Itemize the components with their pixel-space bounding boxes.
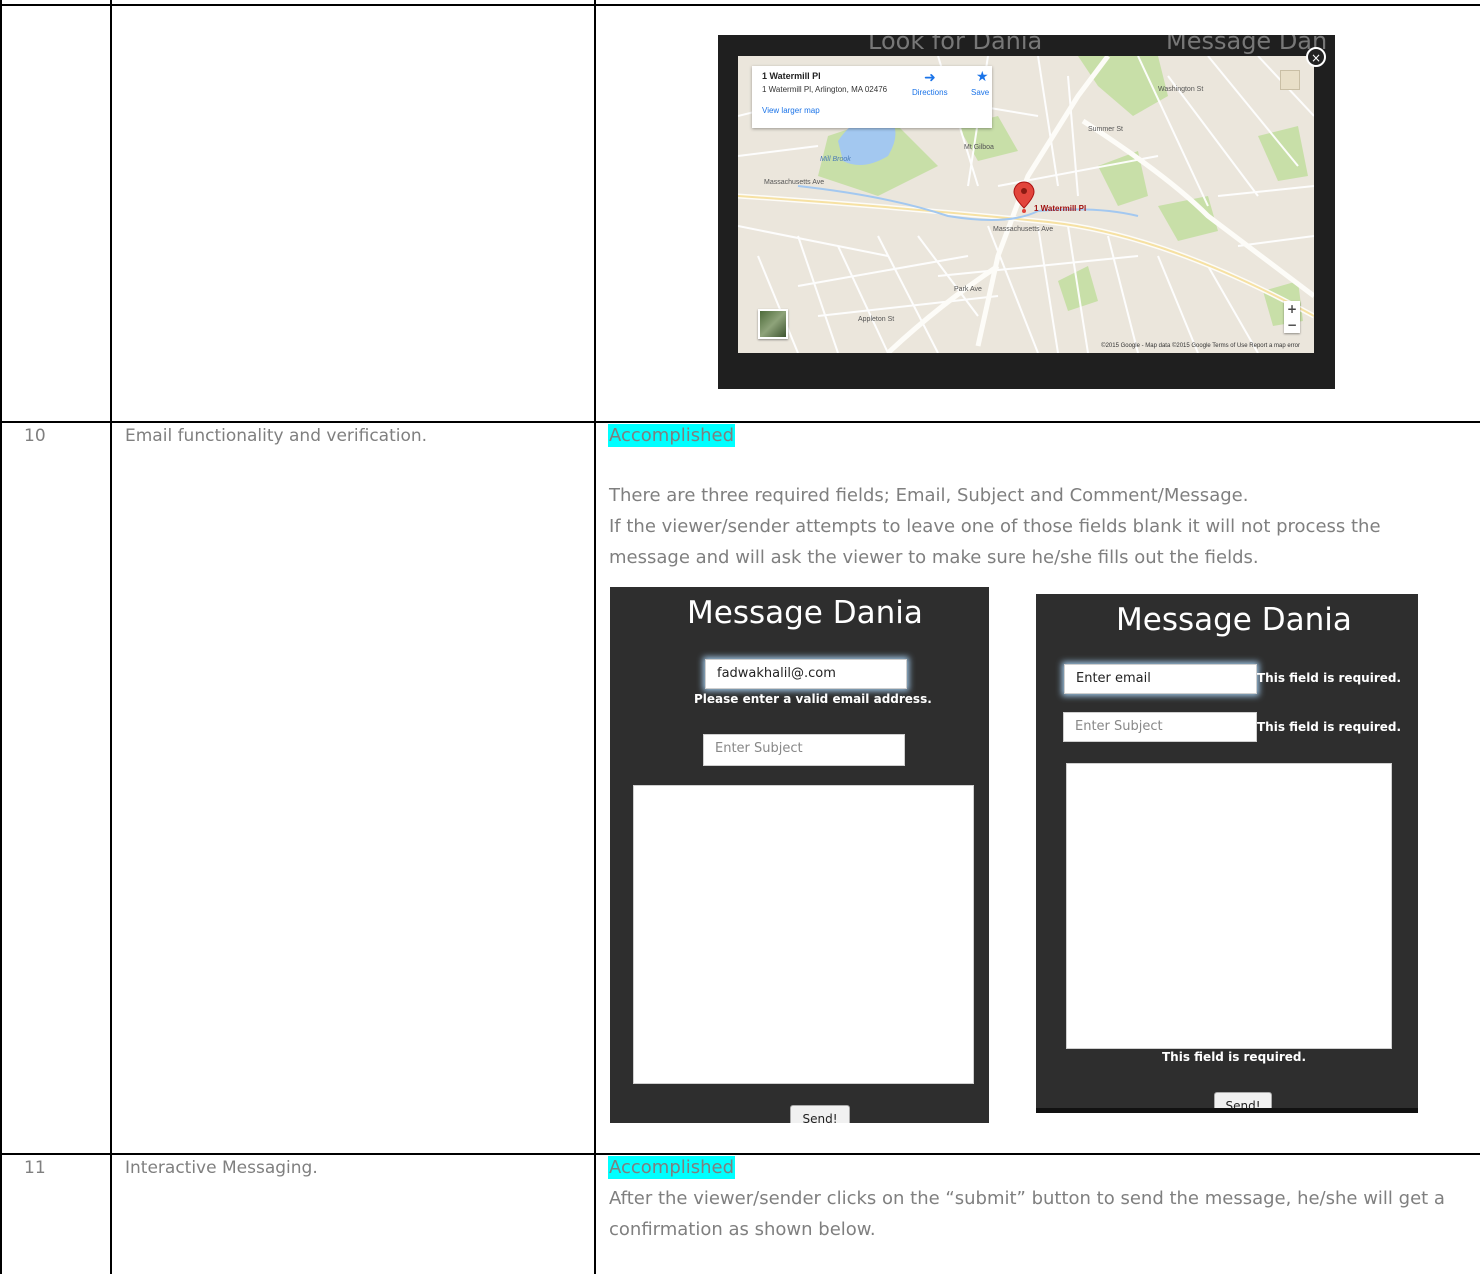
status-badge: Accomplished [608,424,736,447]
form-bottom-bar [1036,1108,1418,1113]
row-description-line: There are three required fields; Email, … [609,485,1249,506]
view-larger-map-link[interactable]: View larger map [762,106,820,115]
bg-title-look: Look for Dania [868,35,1043,55]
map-label-washington: Washington St [1158,86,1204,93]
row-description-line: message and will ask the viewer to make … [609,547,1259,568]
message-form-required-fields: Message Dania Enter email This field is … [1036,594,1418,1113]
zoom-out-button[interactable]: − [1284,317,1300,333]
table-row-divider [0,421,1480,423]
row-number: 11 [24,1158,46,1178]
table-border-top [0,4,1480,6]
map-label-mass-ave-2: Massachusetts Ave [993,226,1054,233]
row-requirement: Email functionality and verification. [125,426,428,446]
map-label-mt-gilboa: Mt Gilboa [964,144,994,151]
table-border-col2 [594,0,596,1274]
message-textarea[interactable] [633,785,974,1084]
map-label-summer: Summer St [1088,126,1124,133]
zoom-in-button[interactable]: + [1284,301,1300,317]
table-border-left [0,0,2,1274]
map-attribution: ©2015 Google - Map data ©2015 Google Ter… [1101,343,1300,349]
bg-title-message: Message Dan [1166,35,1328,55]
email-error: Please enter a valid email address. [694,692,932,706]
map-screenshot: Look for Dania Message Dan Massachusetts… [718,35,1335,389]
map-info-card: 1 Watermill Pl 1 Watermill Pl, Arlington… [752,66,992,128]
subject-required-error: This field is required. [1257,720,1402,734]
row-number: 10 [24,426,46,446]
place-name: 1 Watermill Pl [762,71,821,81]
form-title: Message Dania [1116,602,1352,638]
email-field[interactable]: fadwakhalil@.com [705,659,907,689]
row-description-line: If the viewer/sender attempts to leave o… [609,516,1381,537]
map-label-park-ave: Park Ave [954,286,982,293]
save-link[interactable]: Save [971,88,989,97]
directions-link[interactable]: Directions [912,88,948,97]
map-label-mill-brook: Mill Brook [820,156,851,163]
zoom-control: + − [1284,301,1300,333]
subject-field[interactable]: Enter Subject [703,734,905,766]
email-field[interactable]: Enter email [1064,664,1257,694]
satellite-thumbnail[interactable] [758,309,788,339]
close-icon[interactable]: × [1306,47,1326,67]
table-border-col1 [110,0,112,1274]
map-label-mass-ave: Massachusetts Ave [764,179,825,186]
subject-field[interactable]: Enter Subject [1063,712,1257,742]
row-description-line: confirmation as shown below. [609,1219,876,1240]
map-label-appleton: Appleton St [858,316,895,323]
email-required-error: This field is required. [1257,671,1402,685]
row-description-line: After the viewer/sender clicks on the “s… [609,1188,1445,1209]
row-requirement: Interactive Messaging. [125,1158,318,1178]
send-button[interactable]: Send! [790,1105,850,1123]
map-frame: Massachusetts Ave Massachusetts Ave Mill… [738,56,1314,353]
map-pin-label: 1 Watermill Pl [1034,204,1087,213]
place-address: 1 Watermill Pl, Arlington, MA 02476 [762,85,888,94]
table-row-divider [0,1153,1480,1155]
star-icon[interactable]: ★ [976,68,989,85]
message-form-invalid-email: Message Dania fadwakhalil@.com Please en… [610,587,989,1123]
status-badge: Accomplished [608,1156,736,1179]
message-required-error: This field is required. [1162,1050,1307,1064]
map-type-button[interactable] [1280,70,1300,90]
form-title: Message Dania [687,595,923,631]
directions-icon[interactable]: ➜ [924,69,936,86]
message-textarea[interactable] [1066,763,1392,1049]
